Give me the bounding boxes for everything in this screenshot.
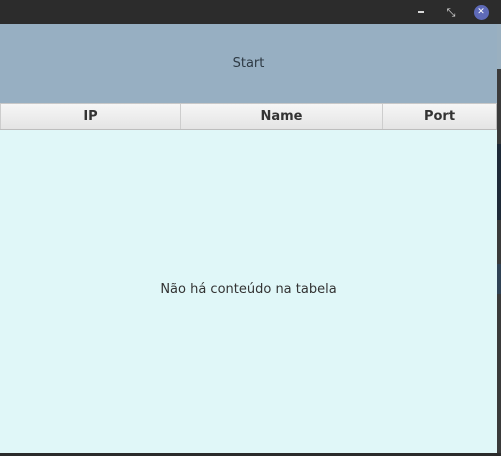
start-button[interactable]: Start <box>0 24 497 103</box>
column-header-port[interactable]: Port <box>383 104 497 129</box>
column-header-ip[interactable]: IP <box>0 104 181 129</box>
restore-button[interactable]: ⤡ <box>442 3 460 21</box>
table-empty-message: Não há conteúdo na tabela <box>160 282 337 297</box>
close-icon: ✕ <box>473 4 489 20</box>
table-header: IP Name Port <box>0 103 497 130</box>
title-bar: ⤡ ✕ <box>0 0 501 24</box>
minimize-button[interactable] <box>412 3 430 21</box>
app-window: ⤡ ✕ Start IP Name Port Não há conteúdo n… <box>0 0 501 456</box>
main-content: Start IP Name Port Não há conteúdo na ta… <box>0 24 497 456</box>
column-header-name[interactable]: Name <box>181 104 383 129</box>
minimize-icon <box>418 11 424 13</box>
close-button[interactable]: ✕ <box>472 3 490 21</box>
restore-icon: ⤡ <box>446 5 456 19</box>
background-window-edge <box>497 24 501 456</box>
start-label: Start <box>232 56 265 71</box>
